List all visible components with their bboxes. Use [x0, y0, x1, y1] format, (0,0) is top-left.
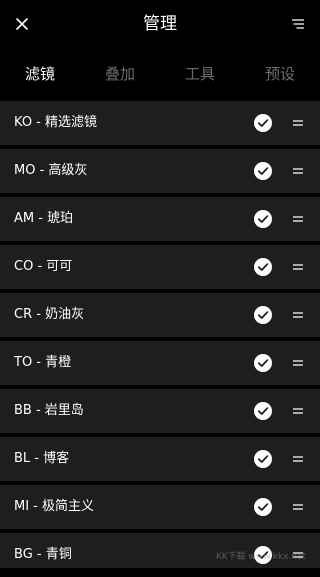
list-item[interactable]: CO - 可可 — [0, 245, 320, 289]
tab-filters[interactable]: 滤镜 — [10, 56, 70, 92]
checkmark-icon[interactable] — [254, 354, 272, 372]
drag-handle-icon[interactable] — [291, 451, 305, 467]
tab-overlay[interactable]: 叠加 — [90, 56, 150, 92]
list-item-label: BL - 博客 — [14, 437, 69, 481]
list-item-label: BB - 岩里岛 — [14, 389, 84, 433]
drag-handle-icon[interactable] — [291, 355, 305, 371]
sort-list-icon — [292, 19, 304, 29]
list-item[interactable]: KO - 精选滤镜 — [0, 101, 320, 145]
tab-presets[interactable]: 预设 — [250, 56, 310, 92]
drag-handle-icon[interactable] — [291, 163, 305, 179]
checkmark-icon[interactable] — [254, 258, 272, 276]
checkmark-icon[interactable] — [254, 162, 272, 180]
checkmark-icon[interactable] — [254, 498, 272, 516]
list-item[interactable]: MO - 高级灰 — [0, 149, 320, 193]
checkmark-icon[interactable] — [254, 402, 272, 420]
list-item-label: CO - 可可 — [14, 245, 72, 289]
drag-handle-icon[interactable] — [291, 307, 305, 323]
list-item-label: AM - 琥珀 — [14, 197, 73, 241]
checkmark-icon[interactable] — [254, 450, 272, 468]
header-bar: 管理 — [0, 0, 320, 48]
page-title: 管理 — [0, 12, 320, 36]
list-item-label: BG - 青铜 — [14, 533, 72, 577]
drag-handle-icon[interactable] — [291, 211, 305, 227]
tab-tools[interactable]: 工具 — [170, 56, 230, 92]
drag-handle-icon[interactable] — [291, 259, 305, 275]
sort-button[interactable] — [286, 12, 310, 36]
list-item[interactable]: CR - 奶油灰 — [0, 293, 320, 337]
list-item[interactable]: AM - 琥珀 — [0, 197, 320, 241]
list-item[interactable]: BB - 岩里岛 — [0, 389, 320, 433]
list-item-label: TO - 青橙 — [14, 341, 71, 385]
drag-handle-icon[interactable] — [291, 115, 305, 131]
watermark: KK下载 www.kkx.net — [216, 549, 306, 562]
drag-handle-icon[interactable] — [291, 499, 305, 515]
checkmark-icon[interactable] — [254, 210, 272, 228]
checkmark-icon[interactable] — [254, 306, 272, 324]
list-item[interactable]: BL - 博客 — [0, 437, 320, 481]
list-item-label: KO - 精选滤镜 — [14, 101, 97, 145]
checkmark-icon[interactable] — [254, 114, 272, 132]
drag-handle-icon[interactable] — [291, 403, 305, 419]
list-item[interactable]: TO - 青橙 — [0, 341, 320, 385]
list-item[interactable]: MI - 极简主义 — [0, 485, 320, 529]
list-item-label: MI - 极简主义 — [14, 485, 94, 529]
list-item-label: MO - 高级灰 — [14, 149, 87, 193]
list-item-label: CR - 奶油灰 — [14, 293, 84, 337]
tab-bar: 滤镜 叠加 工具 预设 — [0, 56, 320, 92]
